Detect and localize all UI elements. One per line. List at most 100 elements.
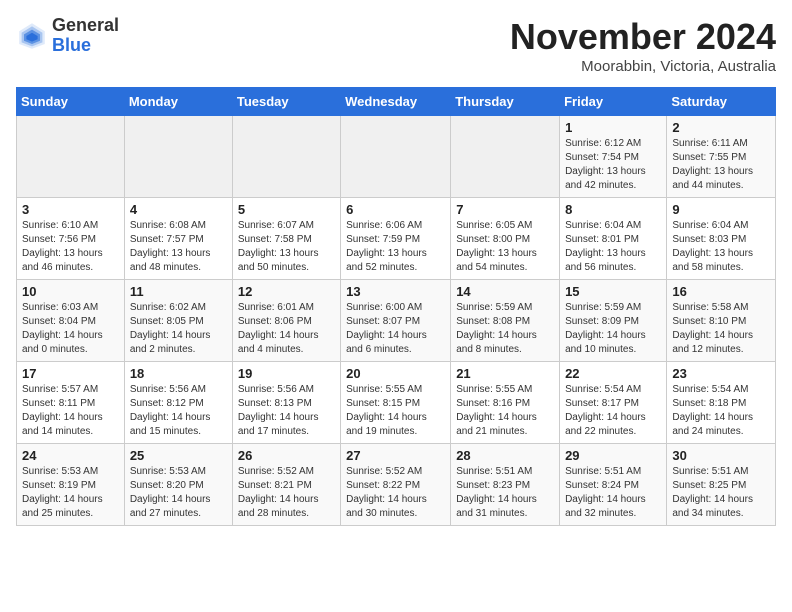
day-detail: Sunrise: 6:10 AM Sunset: 7:56 PM Dayligh… (22, 219, 119, 275)
calendar-cell (17, 116, 125, 198)
calendar-cell: 30 Sunrise: 5:51 AM Sunset: 8:25 PM Dayli… (667, 444, 776, 526)
day-number: 6 (346, 202, 445, 217)
calendar-cell: 24 Sunrise: 5:53 AM Sunset: 8:19 PM Dayli… (17, 444, 125, 526)
day-number: 23 (672, 366, 770, 381)
day-number: 25 (130, 448, 227, 463)
day-number: 28 (456, 448, 554, 463)
weekday-header-sunday: Sunday (17, 88, 125, 116)
weekday-header-tuesday: Tuesday (232, 88, 340, 116)
calendar-cell: 18 Sunrise: 5:56 AM Sunset: 8:12 PM Dayli… (124, 362, 232, 444)
day-detail: Sunrise: 6:11 AM Sunset: 7:55 PM Dayligh… (672, 137, 770, 193)
day-detail: Sunrise: 5:59 AM Sunset: 8:09 PM Dayligh… (565, 301, 661, 357)
day-detail: Sunrise: 6:02 AM Sunset: 8:05 PM Dayligh… (130, 301, 227, 357)
day-detail: Sunrise: 6:12 AM Sunset: 7:54 PM Dayligh… (565, 137, 661, 193)
day-number: 14 (456, 284, 554, 299)
calendar-week-4: 17 Sunrise: 5:57 AM Sunset: 8:11 PM Dayli… (17, 362, 776, 444)
day-detail: Sunrise: 5:55 AM Sunset: 8:16 PM Dayligh… (456, 383, 554, 439)
calendar-cell: 29 Sunrise: 5:51 AM Sunset: 8:24 PM Dayli… (560, 444, 667, 526)
calendar-cell: 11Sunrise: 6:02 AM Sunset: 8:05 PM Dayli… (124, 280, 232, 362)
day-detail: Sunrise: 5:56 AM Sunset: 8:12 PM Dayligh… (130, 383, 227, 439)
calendar-cell: 23 Sunrise: 5:54 AM Sunset: 8:18 PM Dayli… (667, 362, 776, 444)
day-number: 15 (565, 284, 661, 299)
day-detail: Sunrise: 5:51 AM Sunset: 8:25 PM Dayligh… (672, 465, 770, 521)
logo-icon (16, 20, 48, 52)
day-detail: Sunrise: 6:03 AM Sunset: 8:04 PM Dayligh… (22, 301, 119, 357)
day-detail: Sunrise: 5:51 AM Sunset: 8:23 PM Dayligh… (456, 465, 554, 521)
day-detail: Sunrise: 5:57 AM Sunset: 8:11 PM Dayligh… (22, 383, 119, 439)
calendar-cell: 6Sunrise: 6:06 AM Sunset: 7:59 PM Daylig… (341, 198, 451, 280)
day-number: 8 (565, 202, 661, 217)
calendar-cell: 17 Sunrise: 5:57 AM Sunset: 8:11 PM Dayli… (17, 362, 125, 444)
day-detail: Sunrise: 5:53 AM Sunset: 8:20 PM Dayligh… (130, 465, 227, 521)
day-detail: Sunrise: 6:00 AM Sunset: 8:07 PM Dayligh… (346, 301, 445, 357)
weekday-header-friday: Friday (560, 88, 667, 116)
calendar-cell: 13Sunrise: 6:00 AM Sunset: 8:07 PM Dayli… (341, 280, 451, 362)
logo-text: General Blue (52, 16, 119, 56)
calendar-cell (451, 116, 560, 198)
title-block: November 2024 Moorabbin, Victoria, Austr… (510, 16, 776, 75)
calendar-week-3: 10 Sunrise: 6:03 AM Sunset: 8:04 PM Dayli… (17, 280, 776, 362)
day-detail: Sunrise: 5:58 AM Sunset: 8:10 PM Dayligh… (672, 301, 770, 357)
day-detail: Sunrise: 6:04 AM Sunset: 8:03 PM Dayligh… (672, 219, 770, 275)
day-detail: Sunrise: 5:54 AM Sunset: 8:18 PM Dayligh… (672, 383, 770, 439)
day-number: 7 (456, 202, 554, 217)
calendar-cell: 9 Sunrise: 6:04 AM Sunset: 8:03 PM Daylig… (667, 198, 776, 280)
calendar-week-1: 1 Sunrise: 6:12 AM Sunset: 7:54 PM Daylig… (17, 116, 776, 198)
calendar-cell: 12 Sunrise: 6:01 AM Sunset: 8:06 PM Dayli… (232, 280, 340, 362)
calendar-body: 1 Sunrise: 6:12 AM Sunset: 7:54 PM Daylig… (17, 116, 776, 526)
day-number: 16 (672, 284, 770, 299)
calendar-cell: 3 Sunrise: 6:10 AM Sunset: 7:56 PM Daylig… (17, 198, 125, 280)
logo-general: General (52, 15, 119, 35)
day-detail: Sunrise: 6:07 AM Sunset: 7:58 PM Dayligh… (238, 219, 335, 275)
calendar-cell: 7Sunrise: 6:05 AM Sunset: 8:00 PM Daylig… (451, 198, 560, 280)
calendar-cell: 10 Sunrise: 6:03 AM Sunset: 8:04 PM Dayli… (17, 280, 125, 362)
day-number: 12 (238, 284, 335, 299)
calendar-header: SundayMondayTuesdayWednesdayThursdayFrid… (17, 88, 776, 116)
day-detail: Sunrise: 5:51 AM Sunset: 8:24 PM Dayligh… (565, 465, 661, 521)
page-header: General Blue November 2024 Moorabbin, Vi… (16, 16, 776, 75)
calendar-cell: 5 Sunrise: 6:07 AM Sunset: 7:58 PM Daylig… (232, 198, 340, 280)
calendar-cell (341, 116, 451, 198)
calendar-cell: 27Sunrise: 5:52 AM Sunset: 8:22 PM Dayli… (341, 444, 451, 526)
day-number: 3 (22, 202, 119, 217)
weekday-row: SundayMondayTuesdayWednesdayThursdayFrid… (17, 88, 776, 116)
calendar-cell: 8 Sunrise: 6:04 AM Sunset: 8:01 PM Daylig… (560, 198, 667, 280)
day-number: 4 (130, 202, 227, 217)
day-detail: Sunrise: 5:52 AM Sunset: 8:22 PM Dayligh… (346, 465, 445, 521)
day-number: 17 (22, 366, 119, 381)
day-number: 19 (238, 366, 335, 381)
calendar-table: SundayMondayTuesdayWednesdayThursdayFrid… (16, 87, 776, 526)
calendar-cell: 16 Sunrise: 5:58 AM Sunset: 8:10 PM Dayli… (667, 280, 776, 362)
calendar-cell (232, 116, 340, 198)
day-detail: Sunrise: 5:55 AM Sunset: 8:15 PM Dayligh… (346, 383, 445, 439)
weekday-header-saturday: Saturday (667, 88, 776, 116)
calendar-cell: 2Sunrise: 6:11 AM Sunset: 7:55 PM Daylig… (667, 116, 776, 198)
day-detail: Sunrise: 6:08 AM Sunset: 7:57 PM Dayligh… (130, 219, 227, 275)
weekday-header-thursday: Thursday (451, 88, 560, 116)
day-detail: Sunrise: 5:56 AM Sunset: 8:13 PM Dayligh… (238, 383, 335, 439)
location: Moorabbin, Victoria, Australia (510, 58, 776, 75)
calendar-cell: 4 Sunrise: 6:08 AM Sunset: 7:57 PM Daylig… (124, 198, 232, 280)
day-number: 5 (238, 202, 335, 217)
day-number: 9 (672, 202, 770, 217)
calendar-cell: 1 Sunrise: 6:12 AM Sunset: 7:54 PM Daylig… (560, 116, 667, 198)
day-detail: Sunrise: 6:01 AM Sunset: 8:06 PM Dayligh… (238, 301, 335, 357)
day-number: 1 (565, 120, 661, 135)
day-number: 18 (130, 366, 227, 381)
day-number: 24 (22, 448, 119, 463)
calendar-cell: 19 Sunrise: 5:56 AM Sunset: 8:13 PM Dayli… (232, 362, 340, 444)
calendar-week-2: 3 Sunrise: 6:10 AM Sunset: 7:56 PM Daylig… (17, 198, 776, 280)
day-detail: Sunrise: 6:04 AM Sunset: 8:01 PM Dayligh… (565, 219, 661, 275)
day-number: 20 (346, 366, 445, 381)
day-number: 10 (22, 284, 119, 299)
day-number: 26 (238, 448, 335, 463)
day-number: 29 (565, 448, 661, 463)
calendar-cell: 26 Sunrise: 5:52 AM Sunset: 8:21 PM Dayli… (232, 444, 340, 526)
day-number: 30 (672, 448, 770, 463)
calendar-cell: 15 Sunrise: 5:59 AM Sunset: 8:09 PM Dayli… (560, 280, 667, 362)
logo: General Blue (16, 16, 119, 56)
day-detail: Sunrise: 5:53 AM Sunset: 8:19 PM Dayligh… (22, 465, 119, 521)
calendar-cell (124, 116, 232, 198)
day-detail: Sunrise: 5:52 AM Sunset: 8:21 PM Dayligh… (238, 465, 335, 521)
day-number: 22 (565, 366, 661, 381)
